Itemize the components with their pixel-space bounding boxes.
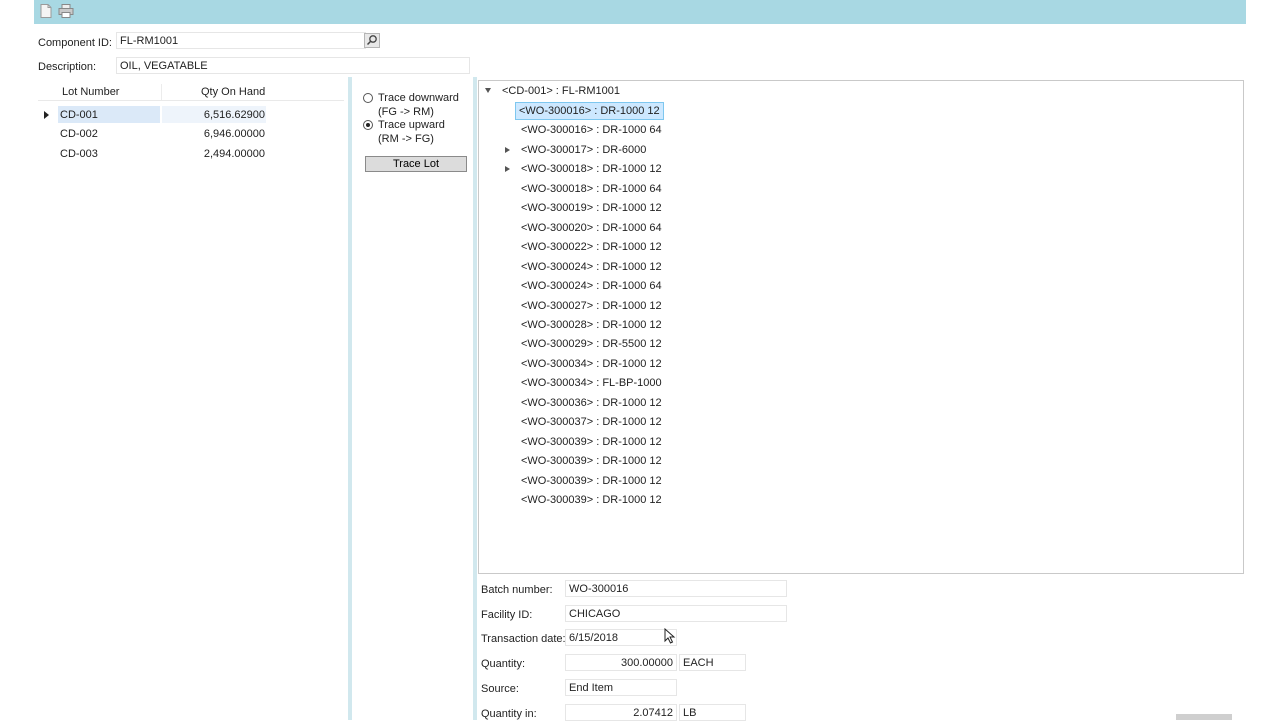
tree-node[interactable]: <WO-300034> : FL-BP-1000 (521, 374, 662, 392)
tree-node[interactable]: <WO-300039> : DR-1000 12 (521, 472, 662, 490)
transaction-date-label: Transaction date: (481, 633, 566, 645)
trace-upward-label[interactable]: Trace upward (RM -> FG) (378, 118, 445, 146)
description-label: Description: (38, 61, 97, 73)
expand-arrow-icon[interactable] (505, 166, 510, 172)
tree-node[interactable]: <WO-300024> : DR-1000 64 (521, 277, 662, 295)
tree-node[interactable]: <WO-300020> : DR-1000 64 (521, 219, 662, 237)
print-icon[interactable] (58, 4, 74, 18)
component-id-field[interactable]: FL-RM1001 (116, 32, 366, 49)
tree-node[interactable]: <WO-300024> : DR-1000 12 (521, 258, 662, 276)
tree-root-node[interactable]: <CD-001> : FL-RM1001 (502, 82, 620, 100)
quantity-label: Quantity: (481, 658, 526, 670)
component-id-label: Component ID: (38, 37, 112, 49)
quantity-in-field: 2.07412 (565, 704, 677, 721)
lot-number-cell: CD-001 (60, 109, 98, 121)
trace-lot-button[interactable]: Trace Lot (365, 156, 467, 172)
lot-number-cell: CD-002 (60, 128, 98, 140)
tree-node[interactable]: <WO-300039> : DR-1000 12 (521, 452, 662, 470)
qty-cell: 2,494.00000 (203, 148, 265, 160)
facility-id-field: CHICAGO (565, 605, 787, 622)
tree-node[interactable]: <WO-300016> : DR-1000 12 (515, 102, 664, 120)
mouse-cursor-icon (664, 628, 676, 644)
lot-grid-header: Lot Number Qty On Hand (38, 84, 344, 101)
source-field: End Item (565, 679, 677, 696)
tree-node[interactable]: <WO-300037> : DR-1000 12 (521, 413, 662, 431)
tree-node[interactable]: <WO-300019> : DR-1000 12 (521, 199, 662, 217)
tree-node[interactable]: <WO-300017> : DR-6000 (521, 141, 646, 159)
facility-id-label: Facility ID: (481, 609, 533, 621)
lot-row[interactable]: CD-003 2,494.00000 (38, 144, 344, 163)
quantity-uom-field: EACH (679, 654, 746, 671)
resize-grip[interactable] (1176, 714, 1232, 720)
lot-number-cell: CD-003 (60, 148, 98, 160)
source-label: Source: (481, 683, 519, 695)
qty-on-hand-header[interactable]: Qty On Hand (201, 86, 265, 98)
splitter-right[interactable] (473, 77, 477, 720)
tree-node[interactable]: <WO-300018> : DR-1000 64 (521, 180, 662, 198)
new-document-icon[interactable] (40, 4, 52, 18)
trace-downward-radio[interactable] (363, 93, 373, 103)
tree-node[interactable]: <WO-300027> : DR-1000 12 (521, 297, 662, 315)
tree-node[interactable]: <WO-300018> : DR-1000 12 (521, 160, 662, 178)
trace-upward-radio[interactable] (363, 120, 373, 130)
tree-node[interactable]: <WO-300034> : DR-1000 12 (521, 355, 662, 373)
lot-number-header[interactable]: Lot Number (62, 86, 119, 98)
collapse-arrow-icon[interactable] (485, 88, 491, 93)
trace-downward-label[interactable]: Trace downward (FG -> RM) (378, 91, 459, 119)
lot-row[interactable]: CD-001 6,516.62900 (38, 105, 344, 124)
row-selector-icon (44, 111, 49, 119)
transaction-date-field: 6/15/2018 (565, 629, 677, 646)
quantity-in-uom-field: LB (679, 704, 746, 721)
tree-node[interactable]: <WO-300029> : DR-5500 12 (521, 335, 662, 353)
tree-node[interactable]: <WO-300036> : DR-1000 12 (521, 394, 662, 412)
splitter-left[interactable] (348, 77, 352, 720)
search-icon (366, 35, 377, 46)
quantity-field: 300.00000 (565, 654, 677, 671)
tree-node[interactable]: <WO-300039> : DR-1000 12 (521, 491, 662, 509)
tree-node[interactable]: <WO-300022> : DR-1000 12 (521, 238, 662, 256)
tree-node[interactable]: <WO-300028> : DR-1000 12 (521, 316, 662, 334)
tree-node[interactable]: <WO-300016> : DR-1000 64 (521, 121, 662, 139)
lot-row[interactable]: CD-002 6,946.00000 (38, 124, 344, 143)
quantity-in-label: Quantity in: (481, 708, 537, 720)
qty-cell: 6,516.62900 (203, 109, 265, 121)
top-toolbar (34, 0, 1246, 24)
batch-number-label: Batch number: (481, 584, 553, 596)
description-field: OIL, VEGATABLE (116, 57, 470, 74)
component-search-button[interactable] (364, 33, 380, 48)
qty-cell: 6,946.00000 (203, 128, 265, 140)
expand-arrow-icon[interactable] (505, 147, 510, 153)
batch-number-field: WO-300016 (565, 580, 787, 597)
tree-node[interactable]: <WO-300039> : DR-1000 12 (521, 433, 662, 451)
